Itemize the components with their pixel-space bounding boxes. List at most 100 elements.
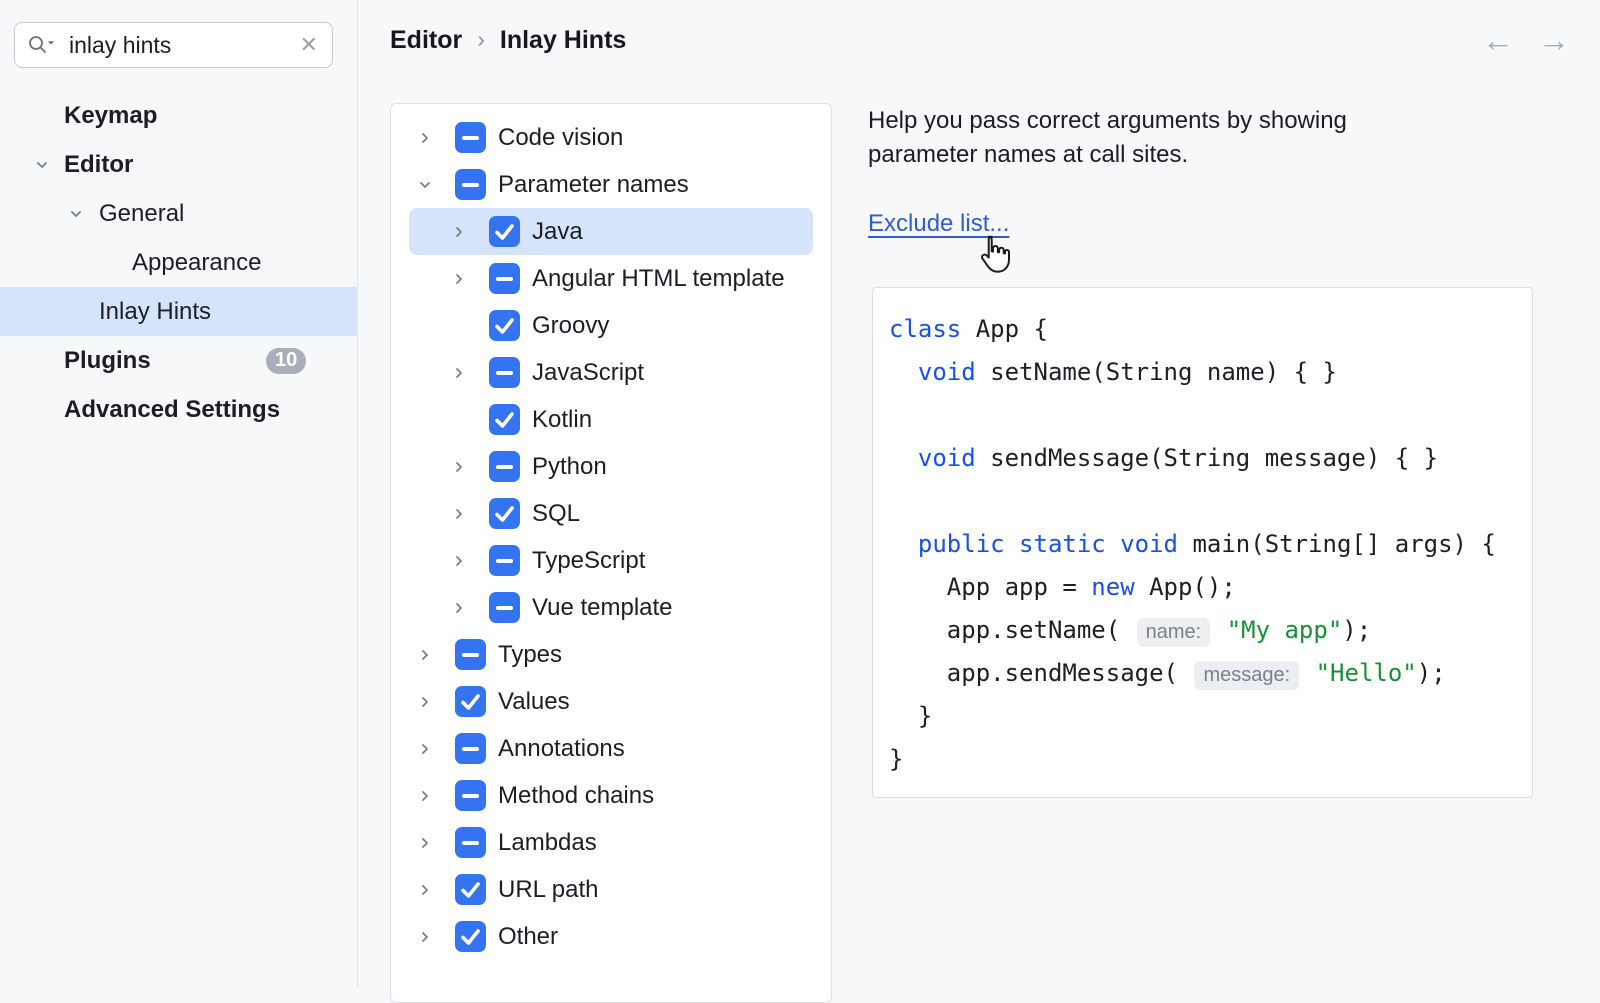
tree-item-groovy[interactable]: Groovy bbox=[409, 302, 813, 349]
chevron-right-icon[interactable] bbox=[443, 224, 489, 240]
hand-cursor-icon bbox=[973, 233, 1013, 282]
sidebar-item-keymap[interactable]: Keymap bbox=[0, 91, 357, 140]
tree-item-label: SQL bbox=[532, 500, 580, 528]
tree-item-annotations[interactable]: Annotations bbox=[409, 725, 813, 772]
tree-item-label: Vue template bbox=[532, 594, 673, 622]
chevron-right-icon[interactable] bbox=[443, 600, 489, 616]
checkbox-indeterminate[interactable] bbox=[489, 357, 520, 388]
chevron-right-icon[interactable] bbox=[409, 882, 455, 898]
search-box[interactable]: ✕ bbox=[14, 22, 333, 68]
sidebar-item-label: Plugins bbox=[0, 347, 151, 375]
tree-item-label: Lambdas bbox=[498, 829, 597, 857]
code-token: sendMessage(String message) { } bbox=[976, 444, 1438, 472]
sidebar-item-label: Advanced Settings bbox=[0, 396, 280, 424]
sidebar-item-appearance[interactable]: Appearance bbox=[0, 238, 357, 287]
tree-item-lambdas[interactable]: Lambdas bbox=[409, 819, 813, 866]
code-line: class App { bbox=[889, 308, 1532, 351]
tree-item-label: Kotlin bbox=[532, 406, 592, 434]
checkbox-indeterminate[interactable] bbox=[489, 451, 520, 482]
breadcrumb-separator-icon: › bbox=[477, 26, 485, 53]
code-token: "Hello" bbox=[1316, 659, 1417, 687]
checkbox-indeterminate[interactable] bbox=[455, 169, 486, 200]
chevron-right-icon[interactable] bbox=[409, 694, 455, 710]
tree-item-label: Values bbox=[498, 688, 570, 716]
breadcrumb-editor[interactable]: Editor bbox=[390, 26, 462, 55]
tree-item-python[interactable]: Python bbox=[409, 443, 813, 490]
tree-item-code-vision[interactable]: Code vision bbox=[409, 114, 813, 161]
chevron-right-icon[interactable] bbox=[409, 788, 455, 804]
chevron-down-icon[interactable] bbox=[68, 206, 84, 222]
feature-description: Help you pass correct arguments by showi… bbox=[868, 104, 1347, 172]
chevron-down-icon[interactable] bbox=[409, 177, 455, 193]
tree-item-label: Parameter names bbox=[498, 171, 689, 199]
chevron-right-icon[interactable] bbox=[409, 130, 455, 146]
tree-item-parameter-names[interactable]: Parameter names bbox=[409, 161, 813, 208]
checkbox-indeterminate[interactable] bbox=[489, 263, 520, 294]
code-line: app.sendMessage( message: "Hello"); bbox=[889, 652, 1532, 695]
sidebar-item-advanced-settings[interactable]: Advanced Settings bbox=[0, 385, 357, 434]
tree-item-other[interactable]: Other bbox=[409, 913, 813, 960]
breadcrumb-inlay-hints[interactable]: Inlay Hints bbox=[500, 26, 626, 55]
chevron-right-icon[interactable] bbox=[443, 506, 489, 522]
checkbox-checked[interactable] bbox=[455, 874, 486, 905]
sidebar-item-editor[interactable]: Editor bbox=[0, 140, 357, 189]
search-icon[interactable] bbox=[27, 33, 57, 57]
sidebar-item-inlay-hints[interactable]: Inlay Hints bbox=[0, 287, 357, 336]
chevron-right-icon[interactable] bbox=[443, 459, 489, 475]
clear-search-icon[interactable]: ✕ bbox=[298, 32, 320, 58]
tree-item-url-path[interactable]: URL path bbox=[409, 866, 813, 913]
tree-item-sql[interactable]: SQL bbox=[409, 490, 813, 537]
code-line: void setName(String name) { } bbox=[889, 351, 1532, 394]
checkbox-checked[interactable] bbox=[489, 404, 520, 435]
checkbox-checked[interactable] bbox=[455, 686, 486, 717]
chevron-right-icon[interactable] bbox=[409, 929, 455, 945]
sidebar-item-label: Inlay Hints bbox=[0, 298, 211, 326]
code-token bbox=[1212, 616, 1226, 644]
tree-item-kotlin[interactable]: Kotlin bbox=[409, 396, 813, 443]
code-token bbox=[1301, 659, 1315, 687]
code-line: void sendMessage(String message) { } bbox=[889, 437, 1532, 480]
back-arrow-icon[interactable]: ← bbox=[1482, 24, 1514, 56]
checkbox-indeterminate[interactable] bbox=[455, 780, 486, 811]
sidebar-item-label: Keymap bbox=[0, 102, 157, 130]
tree-item-vue-template[interactable]: Vue template bbox=[409, 584, 813, 631]
code-token: class bbox=[889, 315, 961, 343]
code-token: app.sendMessage( bbox=[889, 659, 1192, 687]
checkbox-indeterminate[interactable] bbox=[489, 592, 520, 623]
forward-arrow-icon[interactable]: → bbox=[1538, 24, 1570, 56]
search-input[interactable] bbox=[67, 31, 298, 60]
tree-item-java[interactable]: Java bbox=[409, 208, 813, 255]
checkbox-checked[interactable] bbox=[489, 498, 520, 529]
checkbox-indeterminate[interactable] bbox=[489, 545, 520, 576]
chevron-right-icon[interactable] bbox=[443, 365, 489, 381]
code-line: } bbox=[889, 738, 1532, 781]
inlay-hint-pill: message: bbox=[1194, 661, 1299, 690]
code-token: App app = bbox=[889, 573, 1091, 601]
code-line: app.setName( name: "My app"); bbox=[889, 609, 1532, 652]
history-nav: ← → bbox=[1482, 24, 1570, 56]
checkbox-indeterminate[interactable] bbox=[455, 827, 486, 858]
checkbox-checked[interactable] bbox=[455, 921, 486, 952]
chevron-right-icon[interactable] bbox=[409, 835, 455, 851]
checkbox-checked[interactable] bbox=[489, 310, 520, 341]
chevron-right-icon[interactable] bbox=[409, 741, 455, 757]
tree-item-angular-html-template[interactable]: Angular HTML template bbox=[409, 255, 813, 302]
code-token: main(String[] args) { bbox=[1178, 530, 1496, 558]
code-token: ); bbox=[1342, 616, 1371, 644]
chevron-down-icon[interactable] bbox=[34, 157, 50, 173]
chevron-right-icon[interactable] bbox=[443, 271, 489, 287]
sidebar-item-plugins[interactable]: Plugins10 bbox=[0, 336, 357, 385]
tree-item-values[interactable]: Values bbox=[409, 678, 813, 725]
checkbox-indeterminate[interactable] bbox=[455, 122, 486, 153]
chevron-right-icon[interactable] bbox=[443, 553, 489, 569]
tree-item-types[interactable]: Types bbox=[409, 631, 813, 678]
sidebar-item-general[interactable]: General bbox=[0, 189, 357, 238]
chevron-right-icon[interactable] bbox=[409, 647, 455, 663]
checkbox-indeterminate[interactable] bbox=[455, 733, 486, 764]
tree-item-label: Other bbox=[498, 923, 558, 951]
tree-item-javascript[interactable]: JavaScript bbox=[409, 349, 813, 396]
checkbox-checked[interactable] bbox=[489, 216, 520, 247]
tree-item-method-chains[interactable]: Method chains bbox=[409, 772, 813, 819]
tree-item-typescript[interactable]: TypeScript bbox=[409, 537, 813, 584]
checkbox-indeterminate[interactable] bbox=[455, 639, 486, 670]
